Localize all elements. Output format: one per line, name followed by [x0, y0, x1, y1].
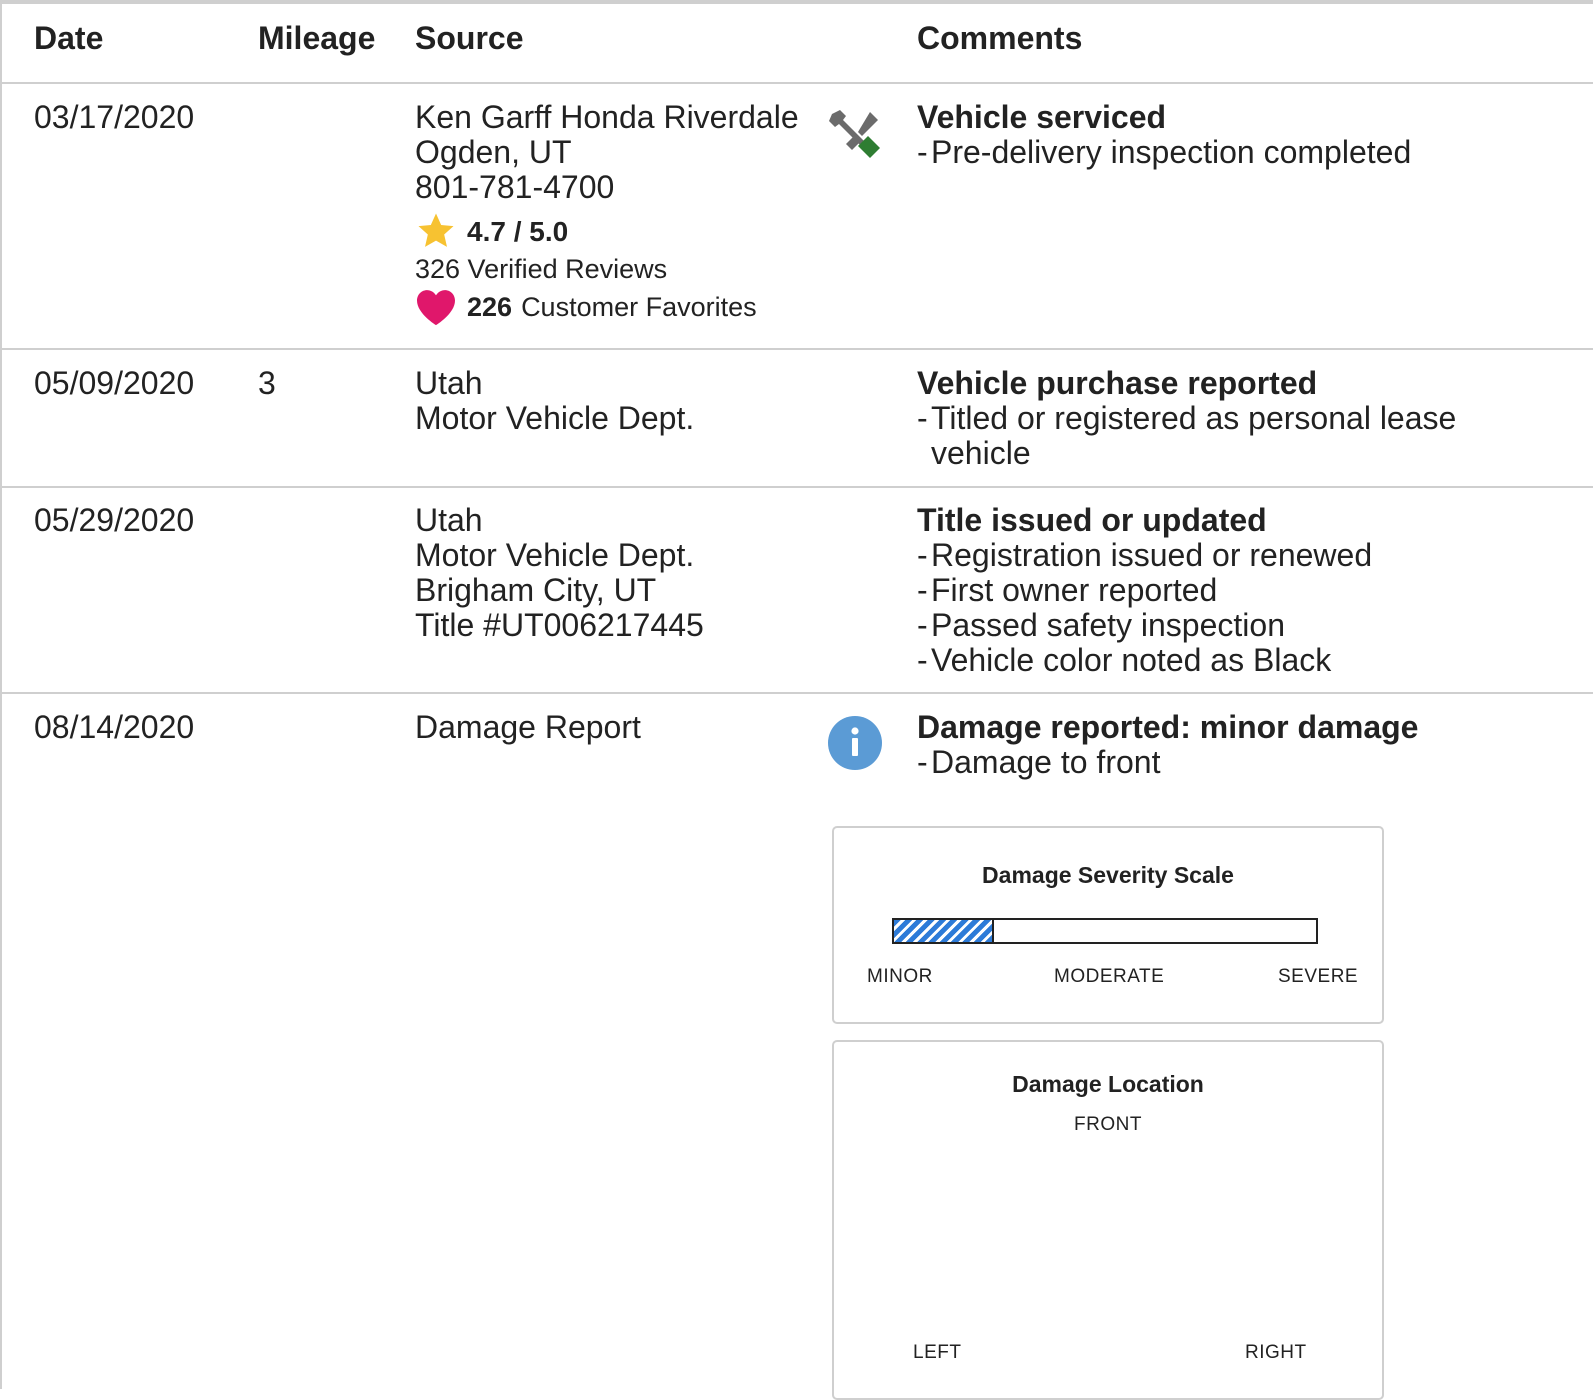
severity-track: [892, 918, 1318, 944]
row-date: 03/17/2020: [34, 99, 195, 135]
location-label-left: LEFT: [913, 1342, 962, 1363]
row-comments: Damage reported: minor damage - Damage to…: [917, 710, 1418, 780]
severity-label-minor: MINOR: [867, 966, 933, 987]
info-icon: [828, 716, 882, 770]
dealer-rating: 4.7 / 5.0: [415, 211, 799, 251]
row-source: Ken Garff Honda Riverdale Ogden, UT 801-…: [415, 100, 799, 327]
heart-icon: [417, 290, 455, 326]
comment-item: - Vehicle color noted as Black: [917, 642, 1332, 678]
comment-item-text: Passed safety inspection: [931, 607, 1285, 643]
comment-item: - Registration issued or renewed: [917, 537, 1373, 573]
row-comments: Vehicle serviced - Pre-delivery inspectio…: [917, 100, 1411, 170]
comment-item: - Titled or registered as personal lease …: [917, 401, 1477, 471]
comment-title: Vehicle serviced: [917, 99, 1167, 135]
history-table: Date Mileage Source Comments 03/17/2020 …: [0, 0, 1593, 1400]
severity-fill: [892, 918, 994, 944]
rating-value: 4.7 / 5.0: [467, 215, 569, 247]
comment-item: - First owner reported: [917, 572, 1218, 608]
info-stem: [852, 738, 858, 756]
source-line: Damage Report: [415, 709, 641, 745]
heart-shape: [417, 290, 455, 326]
divider: [2, 486, 1593, 488]
comment-title: Damage reported: minor damage: [917, 709, 1419, 745]
star-shape: [418, 213, 454, 247]
row-source: Damage Report: [415, 710, 641, 745]
comment-title: Vehicle purchase reported: [917, 365, 1318, 401]
comment-title: Title issued or updated: [917, 502, 1267, 538]
source-line: Motor Vehicle Dept.: [415, 400, 695, 436]
row-date: 08/14/2020: [34, 709, 195, 745]
severity-label-moderate: MODERATE: [1054, 966, 1165, 987]
row-date: 05/29/2020: [34, 502, 195, 538]
source-line: Brigham City, UT: [415, 572, 657, 608]
verified-reviews-link[interactable]: 326 Verified Reviews: [415, 251, 799, 287]
header-date: Date: [34, 20, 104, 56]
divider: [2, 692, 1593, 694]
source-name[interactable]: Ken Garff Honda Riverdale: [415, 100, 799, 135]
comment-item: - Pre-delivery inspection completed: [917, 134, 1412, 170]
comment-item-text: First owner reported: [931, 572, 1218, 608]
comment-item-text: Pre-delivery inspection completed: [931, 134, 1412, 170]
divider: [2, 82, 1593, 84]
header-comments: Comments: [917, 20, 1083, 56]
customer-favorites: 226 Customer Favorites: [415, 287, 799, 327]
location-label-front: FRONT: [1074, 1114, 1142, 1135]
source-line: Title #UT006217445: [415, 607, 704, 643]
damage-location: Damage Location FRONT LEFT RIGHT: [832, 1040, 1384, 1400]
source-location: Ogden, UT: [415, 134, 572, 170]
row-source: Utah Motor Vehicle Dept. Brigham City, U…: [415, 503, 704, 643]
severity-label-severe: SEVERE: [1278, 966, 1359, 987]
tools-icon: [829, 110, 880, 158]
row-source: Utah Motor Vehicle Dept.: [415, 366, 694, 436]
comment-item-text: Registration issued or renewed: [931, 537, 1373, 573]
comment-item-text: Vehicle color noted as Black: [931, 642, 1332, 678]
source-phone[interactable]: 801-781-4700: [415, 170, 799, 205]
source-line: Motor Vehicle Dept.: [415, 537, 695, 573]
source-line: Utah: [415, 365, 483, 401]
row-comments: Title issued or updated - Registration is…: [917, 503, 1557, 678]
row-date: 05/09/2020: [34, 365, 195, 401]
star-icon: [418, 213, 454, 247]
divider: [2, 348, 1593, 350]
damage-severity-scale: Damage Severity Scale MINOR MODERATE SEV…: [832, 826, 1384, 1024]
comment-item-text: Damage to front: [931, 744, 1161, 780]
source-line: Utah: [415, 502, 483, 538]
comment-item-text: Titled or registered as personal lease v…: [931, 400, 1457, 471]
row-mileage: 3: [258, 365, 276, 401]
favorites-label: Customer Favorites: [521, 291, 757, 322]
row-comments: Vehicle purchase reported - Titled or reg…: [917, 366, 1477, 471]
info-dot: [851, 727, 859, 735]
header-mileage: Mileage: [258, 20, 376, 56]
location-label-right: RIGHT: [1245, 1342, 1307, 1363]
header-source: Source: [415, 20, 524, 56]
favorites-count: 226: [467, 291, 513, 322]
severity-title: Damage Severity Scale: [982, 862, 1234, 888]
comment-item: - Damage to front: [917, 744, 1161, 780]
comment-item: - Passed safety inspection: [917, 607, 1285, 643]
location-title: Damage Location: [1012, 1071, 1204, 1097]
